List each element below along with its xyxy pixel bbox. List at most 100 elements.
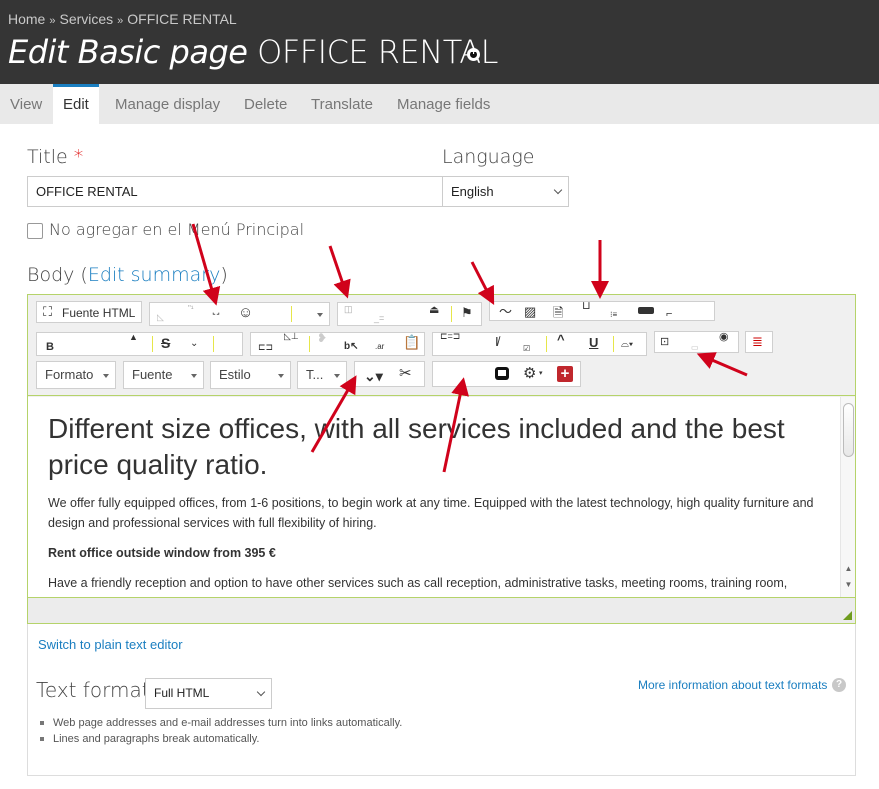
tab-translate[interactable]: Translate [301, 84, 383, 124]
size-combo[interactable]: T... [297, 361, 347, 389]
resize-handle-icon[interactable] [843, 611, 852, 620]
add-icon[interactable]: + [557, 366, 573, 382]
content-heading: Different size offices, with all service… [48, 413, 785, 480]
editor-content-area[interactable]: Different size offices, with all service… [28, 397, 840, 597]
radio-icon[interactable]: ◉ [719, 330, 729, 343]
select-field-icon[interactable]: ⊡ [660, 335, 669, 348]
annotation-arrow [470, 261, 495, 306]
anchor-icon[interactable]: ⏏ [429, 303, 439, 316]
more-info-text-formats-link[interactable]: More information about text formats [638, 678, 827, 692]
page-header: Home» Services» OFFICE RENTAL Edit Basic p… [0, 0, 879, 84]
breadcrumb-home[interactable]: Home [8, 11, 45, 27]
bold-icon[interactable]: B [46, 341, 54, 353]
checkbox-icon[interactable]: ☑ [523, 344, 530, 353]
editor-status-bar [28, 597, 855, 623]
scroll-up-arrow-icon[interactable]: ▲ [844, 564, 853, 574]
underline-icon[interactable]: U [589, 335, 598, 350]
editor-scrollbar[interactable]: ▲ ▼ [840, 397, 855, 597]
media-group: 〜 ▨ 🗎 ⊔ ⁝≡ ⌐ [489, 299, 715, 321]
menu-checkbox[interactable] [27, 223, 43, 239]
text-format-label: Text format [36, 678, 150, 702]
maximize-icon[interactable]: ⛶ [43, 304, 52, 320]
div-container-icon[interactable]: ⌐ [666, 308, 672, 320]
form-icon[interactable]: ⊏=⊐ [440, 331, 460, 342]
clear-format-icon[interactable]: I̸ [495, 334, 499, 349]
add-shortcut-icon[interactable] [467, 47, 480, 61]
show-blocks-group: ≣ [745, 331, 773, 353]
title-input[interactable]: OFFICE RENTAL [27, 176, 443, 207]
dropdown-caret-icon[interactable] [317, 313, 323, 317]
smiley-icon[interactable]: ☺ [238, 304, 253, 321]
subscript-icon[interactable]: ▲ [129, 332, 138, 342]
tab-manage-display[interactable]: Manage display [105, 84, 230, 124]
body-label-close: ) [220, 264, 228, 286]
breadcrumb: Home» Services» OFFICE RENTAL [8, 11, 237, 27]
remove-format-icon[interactable]: b↖ [344, 341, 359, 352]
page-break-icon[interactable]: ⁝≡ [610, 310, 617, 319]
scissors-icon[interactable]: ✂ [399, 364, 412, 382]
iframe-icon[interactable]: ◫ [344, 304, 353, 315]
wysiwyg-editor: ⛶ Fuente HTML ◺ "¹ ˻˼ ☺ ◫ _= ⏏ ⚑ 〜 ▨ 🗎 ⊔… [27, 294, 856, 624]
body-label: Body (Edit summary) [27, 264, 228, 286]
table-icon[interactable]: ⊔ [582, 299, 591, 312]
breadcrumb-services[interactable]: Services [59, 11, 113, 27]
special-char-icon[interactable]: ˻˼ [212, 301, 220, 315]
clipboard-group: ⊏⊐ ◺⊥ ❥ b↖ .ar 📋 [250, 331, 425, 356]
tab-delete[interactable]: Delete [234, 84, 297, 124]
tab-view[interactable]: View [0, 84, 52, 124]
paste-icon[interactable]: 📋 [403, 334, 420, 351]
switch-plain-text-link[interactable]: Switch to plain text editor [38, 637, 183, 652]
source-group: ⛶ Fuente HTML [36, 301, 142, 323]
separator [451, 306, 452, 322]
font-combo[interactable]: Fuente [123, 361, 204, 389]
annotation-arrow [328, 245, 351, 299]
dropdown-caret-icon[interactable]: ▾ [539, 369, 543, 377]
size-combo-label: T... [306, 367, 324, 382]
text-format-tips: Web page addresses and e-mail addresses … [38, 715, 402, 747]
check-dropdown-icon[interactable]: ⌄▾ [364, 368, 383, 385]
show-blocks-icon[interactable]: ≣ [752, 334, 763, 350]
link-icon[interactable]: 〜 [499, 301, 512, 320]
format-combo-label: Formato [45, 367, 94, 382]
horizontal-line-icon[interactable]: _= [374, 313, 384, 323]
help-icon[interactable]: ? [832, 678, 846, 692]
language-select[interactable]: English [442, 176, 569, 207]
page-title-node: OFFICE RENTAL [257, 33, 498, 71]
image-icon[interactable]: ▨ [524, 304, 536, 320]
text-field-icon[interactable]: ⊏⊐ [258, 342, 273, 353]
undo-icon[interactable]: ❥ [317, 331, 327, 345]
forms-group: ⊡ ▭ ◉ [654, 331, 739, 353]
content-price-line: Rent office outside window from 395 € [48, 546, 276, 560]
maximize-frame-icon[interactable] [495, 367, 509, 380]
format-combo[interactable]: Formato [36, 361, 116, 389]
gear-icon[interactable]: ⚙ [523, 364, 536, 382]
text-format-select[interactable]: Full HTML [145, 678, 272, 709]
document-icon[interactable]: 🗎 [553, 304, 563, 326]
superscript-icon[interactable]: ^ [557, 332, 565, 347]
template-icon[interactable]: ◺ [157, 312, 164, 323]
horizontal-rule-icon[interactable] [638, 307, 654, 314]
separator [291, 306, 292, 322]
text-color-icon[interactable]: ⌓▾ [621, 339, 633, 350]
source-button[interactable]: Fuente HTML [62, 306, 135, 320]
select-all-icon[interactable]: ◺⊥ [284, 331, 299, 342]
style-combo[interactable]: Estilo [210, 361, 291, 389]
menu-checkbox-label[interactable]: No agregar en el Menú Principal [49, 220, 304, 239]
scrollbar-thumb[interactable] [843, 403, 854, 457]
body-label-text: Body ( [27, 264, 88, 286]
tab-edit[interactable]: Edit [53, 84, 99, 124]
scroll-down-arrow-icon[interactable]: ▼ [844, 580, 853, 590]
page-title-type: Edit Basic page [8, 33, 248, 71]
strikethrough-icon[interactable]: S [161, 335, 170, 351]
quote-icon[interactable]: "¹ [188, 304, 194, 313]
tip-item: Lines and paragraphs break automatically… [38, 731, 402, 747]
text-format-value: Full HTML [154, 686, 210, 700]
textarea-icon[interactable]: ▭ [691, 343, 699, 352]
italic-dropdown-icon[interactable]: ⌄ [190, 338, 198, 349]
flag-icon[interactable]: ⚑ [461, 305, 473, 321]
tab-manage-fields[interactable]: Manage fields [387, 84, 500, 124]
page-title: Edit Basic page OFFICE RENTAL [8, 33, 498, 71]
local-tasks-tabs: View Edit Manage display Delete Translat… [0, 84, 879, 124]
paste-text-icon[interactable]: .ar [375, 342, 384, 351]
edit-summary-link[interactable]: Edit summary [88, 264, 221, 286]
